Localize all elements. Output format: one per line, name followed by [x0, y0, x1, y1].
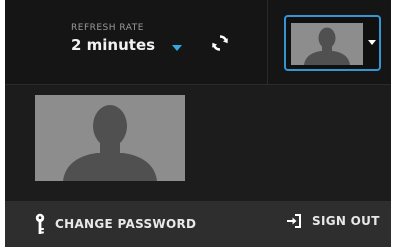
footer-bar: CHANGE PASSWORD SIGN OUT: [5, 201, 391, 247]
change-password-label[interactable]: CHANGE PASSWORD: [55, 217, 196, 231]
chevron-down-icon: [368, 40, 376, 45]
refresh-button[interactable]: [208, 31, 232, 55]
change-password-link[interactable]: CHANGE PASSWORD: [35, 213, 196, 235]
divider: [267, 0, 268, 84]
top-bar: REFRESH RATE 2 minutes: [5, 0, 391, 85]
sign-out-label[interactable]: SIGN OUT: [312, 214, 380, 228]
account-menu-button[interactable]: [284, 15, 381, 71]
refresh-rate-caption: REFRESH RATE: [71, 23, 144, 33]
sign-out-icon: [286, 213, 302, 229]
refresh-icon: [212, 35, 228, 51]
key-icon: [35, 213, 45, 235]
refresh-rate-selector[interactable]: REFRESH RATE 2 minutes: [71, 23, 155, 54]
profile-panel: [5, 85, 391, 201]
user-silhouette-icon: [304, 27, 350, 65]
chevron-down-icon[interactable]: [172, 45, 182, 51]
refresh-rate-value[interactable]: 2 minutes: [71, 36, 155, 54]
profile-picture: [35, 95, 185, 181]
avatar: [291, 23, 363, 65]
user-menu-panel: REFRESH RATE 2 minutes CHANGE PASSWORD S…: [5, 0, 391, 247]
sign-out-link[interactable]: SIGN OUT: [286, 213, 380, 229]
user-silhouette-icon: [63, 105, 157, 181]
